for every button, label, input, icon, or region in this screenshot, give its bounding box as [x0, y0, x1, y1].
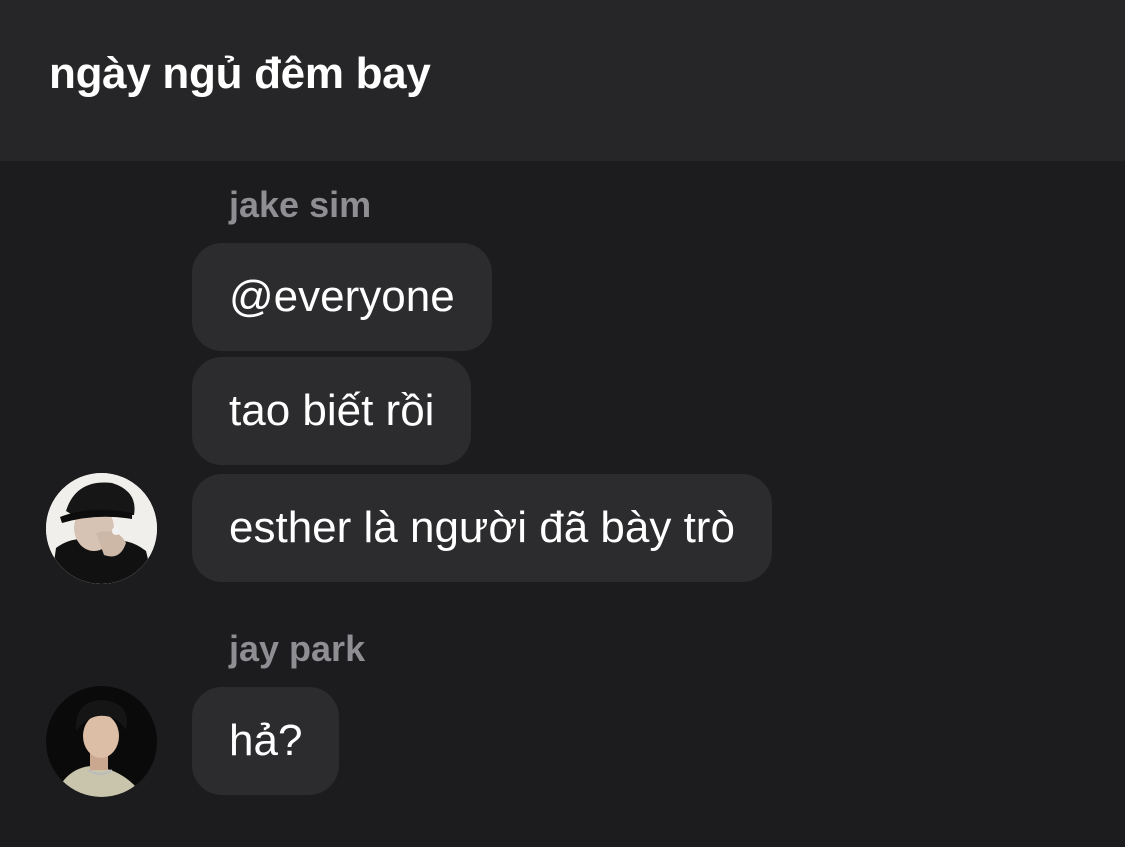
message-bubble[interactable]: tao biết rồi — [192, 357, 472, 465]
sender-name[interactable]: jake sim — [229, 183, 371, 227]
message-bubble[interactable]: hả? — [192, 687, 340, 795]
user-avatar-jay[interactable] — [46, 686, 157, 797]
message-list[interactable]: jake sim @everyone tao biết rồi esther l… — [0, 161, 1125, 847]
chat-header: ngày ngủ đêm bay — [0, 0, 1125, 161]
user-avatar-jake[interactable] — [46, 473, 157, 584]
message-bubble[interactable]: @everyone — [192, 243, 492, 351]
message-bubble[interactable]: esther là người đã bày trò — [192, 474, 772, 582]
sender-name[interactable]: jay park — [229, 627, 365, 671]
avatar-photo-icon — [46, 473, 157, 584]
avatar-photo-icon — [46, 686, 157, 797]
chat-title[interactable]: ngày ngủ đêm bay — [49, 48, 431, 100]
